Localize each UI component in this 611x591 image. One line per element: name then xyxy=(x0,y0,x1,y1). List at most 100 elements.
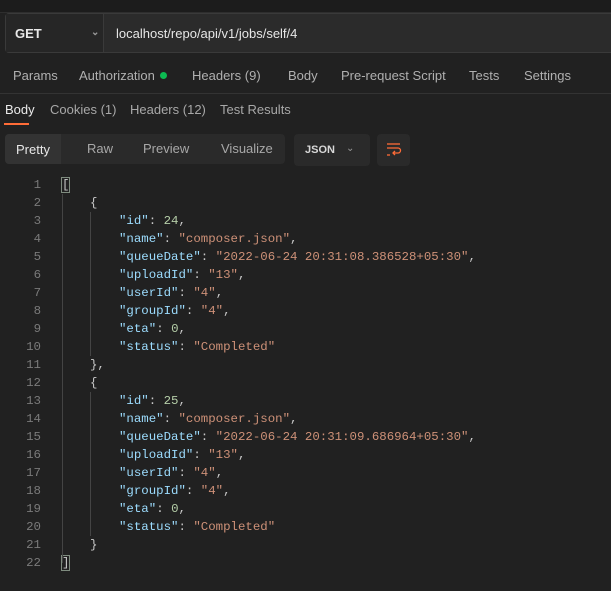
json-number: 25 xyxy=(163,394,179,408)
tab-test-results[interactable]: Test Results xyxy=(220,102,291,117)
view-pretty-button[interactable]: Pretty xyxy=(5,134,61,164)
json-string: "4" xyxy=(193,286,216,300)
tab-body[interactable]: Body xyxy=(288,68,318,83)
indent-guide xyxy=(90,212,91,356)
view-raw-button[interactable]: Raw xyxy=(87,141,113,156)
code-text: "groupId": "4", xyxy=(119,482,231,500)
tab-count: (12) xyxy=(182,102,206,117)
view-preview-button[interactable]: Preview xyxy=(143,141,189,156)
json-number: 0 xyxy=(171,502,179,516)
tab-count: (1) xyxy=(100,102,117,117)
json-punctuation: , xyxy=(290,232,298,246)
line-number: 9 xyxy=(33,322,41,336)
tab-tests[interactable]: Tests xyxy=(469,68,499,83)
method-select[interactable]: GET ⌄ xyxy=(6,14,104,52)
json-string: "Completed" xyxy=(193,520,276,534)
json-punctuation: , xyxy=(178,502,186,516)
line-number: 3 xyxy=(33,214,41,228)
tab-cookies[interactable]: Cookies (1) xyxy=(50,102,116,117)
divider xyxy=(0,93,611,94)
json-punctuation: , xyxy=(223,484,231,498)
json-punctuation: , xyxy=(215,286,224,300)
json-string: "4" xyxy=(200,304,224,318)
json-punctuation: : xyxy=(200,250,216,264)
code-line: 11}, xyxy=(0,356,611,374)
json-key: "groupId" xyxy=(119,304,186,318)
line-number: 2 xyxy=(33,196,41,210)
line-number: 17 xyxy=(26,466,41,480)
json-punctuation: } xyxy=(90,538,98,552)
json-punctuation: ] xyxy=(60,555,71,571)
code-text: "eta": 0, xyxy=(119,320,186,338)
json-key: "userId" xyxy=(119,286,179,300)
json-key: "status" xyxy=(119,340,179,354)
view-visualize-button[interactable]: Visualize xyxy=(221,141,273,156)
line-number: 18 xyxy=(26,484,41,498)
line-number: 14 xyxy=(26,412,41,426)
line-number: 13 xyxy=(26,394,41,408)
json-punctuation: , xyxy=(237,268,246,282)
tab-settings[interactable]: Settings xyxy=(524,68,571,83)
tab-label: Authorization xyxy=(79,68,155,83)
json-key: "status" xyxy=(119,520,179,534)
tab-response-body[interactable]: Body xyxy=(5,102,35,117)
tab-authorization[interactable]: Authorization xyxy=(79,68,167,83)
format-label: JSON xyxy=(305,144,335,156)
url-input[interactable]: localhost/repo/api/v1/jobs/self/4 xyxy=(104,14,297,52)
tab-label: Headers xyxy=(130,102,180,117)
json-punctuation: : xyxy=(148,394,164,408)
json-punctuation: : xyxy=(156,322,172,336)
tab-count: (9) xyxy=(244,68,261,83)
code-line: 5 "queueDate": "2022-06-24 20:31:08.38652… xyxy=(0,248,611,266)
request-tabs: Params Authorization Headers (9) Body Pr… xyxy=(0,68,611,92)
wrap-lines-button[interactable] xyxy=(377,134,410,166)
json-string: "2022-06-24 20:31:09.686964+05:30" xyxy=(215,430,469,444)
json-punctuation: , xyxy=(237,448,246,462)
json-key: "groupId" xyxy=(119,484,186,498)
code-text: "userId": "4", xyxy=(119,464,223,482)
json-punctuation: [ xyxy=(60,177,71,193)
json-number: 24 xyxy=(163,214,179,228)
json-key: "eta" xyxy=(119,502,157,516)
line-number: 5 xyxy=(33,250,41,264)
json-key: "uploadId" xyxy=(119,268,194,282)
code-line: 22] xyxy=(0,554,611,572)
json-punctuation: , xyxy=(215,466,224,480)
line-number: 10 xyxy=(26,340,41,354)
line-number: 19 xyxy=(26,502,41,516)
json-string: "4" xyxy=(200,484,224,498)
json-string: "13" xyxy=(208,448,238,462)
format-select[interactable]: JSON ⌄ xyxy=(294,134,370,166)
line-number: 21 xyxy=(26,538,41,552)
json-string: "2022-06-24 20:31:08.386528+05:30" xyxy=(215,250,469,264)
tab-headers[interactable]: Headers (9) xyxy=(192,68,261,83)
tab-response-headers[interactable]: Headers (12) xyxy=(130,102,206,117)
code-text: }, xyxy=(90,356,105,374)
line-number: 16 xyxy=(26,448,41,462)
json-punctuation: , xyxy=(178,322,186,336)
code-text: "uploadId": "13", xyxy=(119,446,245,464)
indent-guide xyxy=(62,194,63,563)
tab-label: Cookies xyxy=(50,102,97,117)
code-line: 16 "uploadId": "13", xyxy=(0,446,611,464)
method-label: GET xyxy=(15,25,42,41)
json-punctuation: : xyxy=(193,448,209,462)
line-number: 20 xyxy=(26,520,41,534)
code-line: 2{ xyxy=(0,194,611,212)
response-body-editor[interactable]: 1[2{3 "id": 24, 4 "name": "composer.json", 5… xyxy=(0,176,611,572)
json-string: "Completed" xyxy=(193,340,276,354)
code-text: [ xyxy=(60,176,71,194)
json-key: "uploadId" xyxy=(119,448,194,462)
code-text: "status": "Completed" xyxy=(119,338,275,356)
json-key: "queueDate" xyxy=(119,430,201,444)
code-line: 13 "id": 25, xyxy=(0,392,611,410)
code-line: 6 "uploadId": "13", xyxy=(0,266,611,284)
tab-params[interactable]: Params xyxy=(13,68,58,83)
tab-pre-request-script[interactable]: Pre-request Script xyxy=(341,68,446,83)
code-text: { xyxy=(90,194,97,212)
json-punctuation: : xyxy=(185,484,201,498)
code-line: 9 "eta": 0, xyxy=(0,320,611,338)
code-text: "groupId": "4", xyxy=(119,302,231,320)
code-text: "eta": 0, xyxy=(119,500,186,518)
code-text: "id": 25, xyxy=(119,392,186,410)
